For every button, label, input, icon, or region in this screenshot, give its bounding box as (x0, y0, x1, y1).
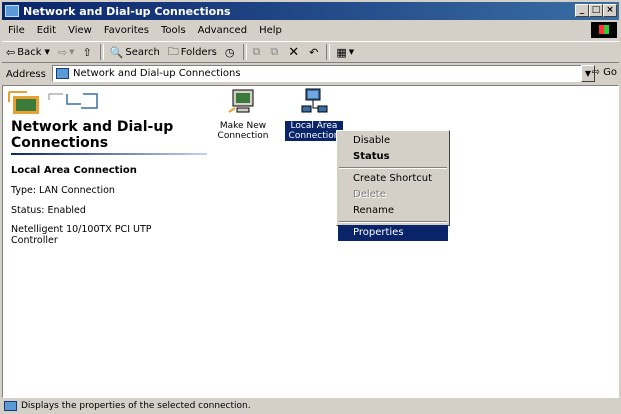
device-name-line1: Netelligent 10/100TX PCI UTP (11, 224, 152, 235)
title-bar[interactable]: Network and Dial-up Connections _ □ × (2, 2, 619, 20)
back-label: Back (17, 46, 42, 58)
menu-separator (339, 221, 447, 223)
history-button[interactable]: ◷ (221, 42, 241, 62)
menu-item-rename[interactable]: Rename (338, 203, 448, 219)
search-button[interactable]: 🔍 Search (106, 42, 164, 62)
menu-view[interactable]: View (62, 25, 98, 36)
address-value: Network and Dial-up Connections (73, 68, 241, 79)
selected-item-title: Local Area Connection (11, 165, 137, 176)
delete-button[interactable]: ✕ (284, 42, 305, 62)
chevron-down-icon[interactable]: ▼ (45, 48, 50, 56)
local-area-connection-label-line2: Connection (288, 131, 340, 141)
chevron-down-icon[interactable]: ▼ (69, 48, 74, 56)
windows-logo-icon (591, 22, 617, 38)
back-arrow-icon: ⇦ (6, 45, 16, 59)
undo-icon: ↶ (309, 45, 319, 59)
views-button[interactable]: ▦ ▼ (332, 42, 358, 62)
device-name-line2: Controller (11, 235, 58, 246)
menu-help[interactable]: Help (253, 25, 288, 36)
connection-type: Type: LAN Connection (11, 185, 115, 196)
maximize-button[interactable]: □ (589, 4, 603, 17)
back-button[interactable]: ⇦ Back ▼ (2, 42, 54, 62)
menu-item-disable[interactable]: Disable (338, 133, 448, 149)
menu-item-status[interactable]: Status (338, 149, 448, 165)
address-bar: Address Network and Dial-up Connections … (2, 64, 619, 84)
standard-toolbar: ⇦ Back ▼ ⇨ ▼ ⇧ 🔍 Search 🗀 Folders ◷ ⧉ ⧉ (2, 41, 619, 63)
forward-button[interactable]: ⇨ ▼ (54, 42, 79, 62)
connection-status: Status: Enabled (11, 205, 86, 216)
window-title: Network and Dial-up Connections (23, 4, 231, 18)
make-new-connection-label-line2: Connection (217, 131, 269, 141)
panel-title-line2: Connections (11, 135, 109, 151)
close-button[interactable]: × (603, 4, 617, 17)
menu-bar: File Edit View Favorites Tools Advanced … (2, 21, 619, 39)
move-to-icon: ⧉ (252, 45, 261, 58)
make-new-connection-item[interactable]: Make New Connection (211, 88, 275, 141)
make-new-connection-label-line1: Make New (219, 121, 267, 131)
up-folder-button[interactable]: ⇧ (79, 42, 98, 62)
copy-to-icon: ⧉ (270, 45, 279, 58)
folders-label: Folders (180, 46, 217, 58)
go-label: Go (603, 67, 617, 78)
folder-view[interactable]: Network and Dial-up Connections Local Ar… (2, 85, 619, 398)
explorer-window: Network and Dial-up Connections _ □ × Fi… (0, 0, 621, 414)
menu-file[interactable]: File (2, 25, 31, 36)
local-area-connection-item[interactable]: Local Area Connection (284, 88, 344, 142)
chevron-down-icon[interactable]: ▼ (349, 48, 354, 56)
panel-title: Network and Dial-up Connections (11, 119, 211, 151)
folders-button[interactable]: 🗀 Folders (164, 42, 221, 62)
minimize-button[interactable]: _ (575, 4, 589, 17)
menu-separator (339, 167, 447, 169)
undo-button[interactable]: ↶ (305, 42, 324, 62)
views-icon: ▦ (336, 45, 347, 59)
address-input[interactable]: Network and Dial-up Connections ▼ (52, 65, 595, 82)
search-label: Search (125, 46, 160, 58)
go-arrow-icon: ⇨ (591, 67, 600, 78)
device-name: Netelligent 10/100TX PCI UTP Controller (11, 224, 152, 246)
copy-to-button[interactable]: ⧉ (266, 42, 284, 62)
menu-tools[interactable]: Tools (155, 25, 192, 36)
context-menu: Disable Status Create Shortcut Delete Re… (336, 130, 450, 241)
local-area-connection-label: Local Area Connection (284, 120, 344, 142)
network-folder-icon (56, 68, 69, 79)
status-bar: Displays the properties of the selected … (2, 399, 619, 413)
folders-icon: 🗀 (167, 44, 179, 58)
toolbar-separator (326, 44, 331, 60)
toolbar-separator (99, 44, 104, 60)
local-area-connection-label-line1: Local Area (290, 121, 338, 131)
toolbar-separator (242, 44, 247, 60)
lan-connection-icon (301, 88, 328, 113)
status-text: Displays the properties of the selected … (21, 401, 251, 411)
menu-item-properties[interactable]: Properties (338, 225, 448, 241)
address-label: Address (6, 68, 46, 80)
new-connection-icon (228, 89, 254, 113)
menu-item-delete[interactable]: Delete (338, 187, 448, 203)
menu-favorites[interactable]: Favorites (98, 25, 155, 36)
menu-edit[interactable]: Edit (31, 25, 62, 36)
panel-divider (11, 153, 207, 155)
forward-arrow-icon: ⇨ (57, 45, 68, 59)
computer-icon (4, 401, 17, 411)
make-new-connection-label: Make New Connection (211, 121, 275, 141)
move-to-button[interactable]: ⧉ (249, 42, 267, 62)
up-folder-icon: ⇧ (82, 45, 92, 59)
search-icon: 🔍 (109, 45, 124, 59)
panel-title-line1: Network and Dial-up (11, 119, 174, 135)
history-icon: ◷ (224, 45, 235, 59)
network-folder-icon (5, 5, 19, 17)
menu-advanced[interactable]: Advanced (192, 25, 253, 36)
go-button[interactable]: ⇨ Go (592, 67, 617, 78)
delete-x-icon: ✕ (288, 44, 300, 60)
menu-item-create-shortcut[interactable]: Create Shortcut (338, 171, 448, 187)
